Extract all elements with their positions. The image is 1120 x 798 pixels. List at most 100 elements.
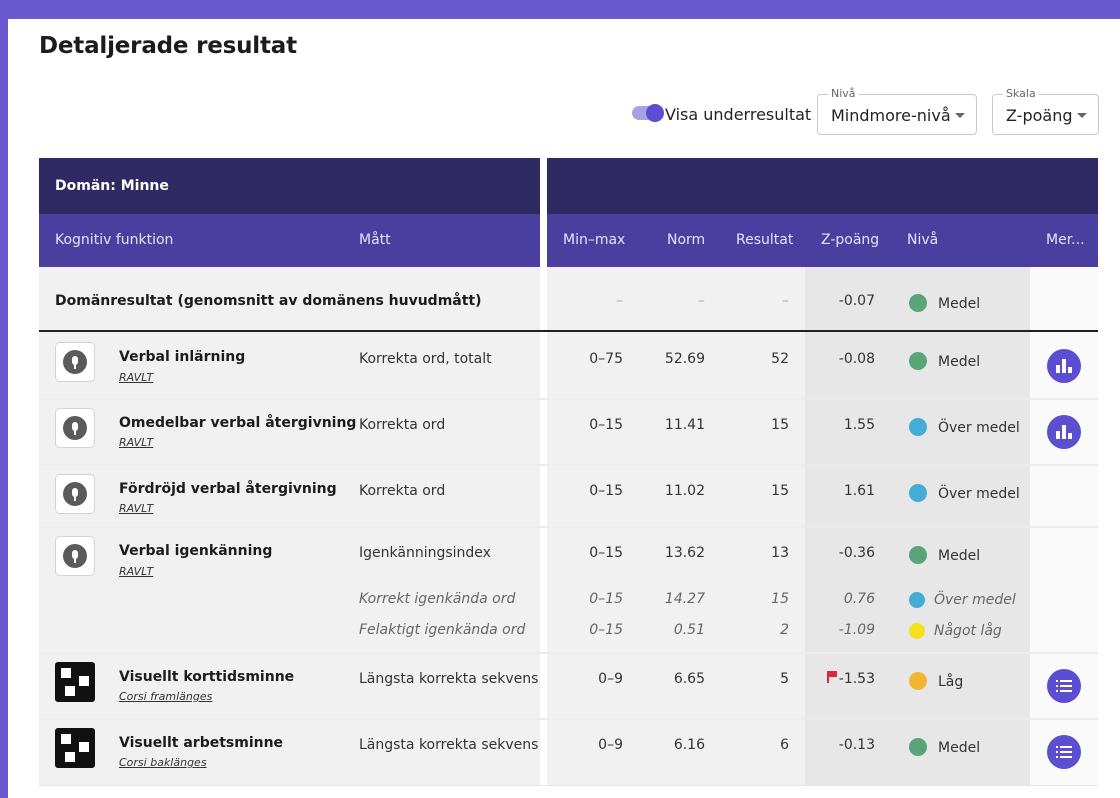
bar-chart-button[interactable] <box>1047 349 1081 383</box>
row-divider <box>39 526 1098 528</box>
minmax: 0–15 <box>589 417 623 433</box>
function-name: Omedelbar verbal återgivning <box>119 415 357 431</box>
list-button[interactable] <box>1047 669 1081 703</box>
measure: Korrekta ord <box>359 417 446 433</box>
test-link[interactable]: Corsi framlänges <box>119 690 212 703</box>
row-divider <box>39 652 1098 654</box>
column-header-left: Kognitiv funktion Mått <box>39 214 540 267</box>
norm: 6.65 <box>673 671 705 687</box>
norm: 11.41 <box>664 417 705 433</box>
col-minmax: Min–max <box>563 232 626 248</box>
results-card: Detaljerade resultat Visa underresultat … <box>8 19 1120 798</box>
test-link[interactable]: RAVLT <box>119 436 153 449</box>
sub-result: 2 <box>780 622 789 638</box>
sub-z: 0.76 <box>843 591 875 607</box>
minmax: 0–75 <box>589 351 623 367</box>
level-select-label: Nivå <box>828 87 859 100</box>
microphone-icon <box>55 342 95 382</box>
level-dot <box>909 592 925 608</box>
level: Låg <box>938 674 964 690</box>
norm: 52.69 <box>664 351 705 367</box>
level-dot <box>909 672 927 690</box>
show-subresults-toggle[interactable] <box>632 104 664 122</box>
measure: Längsta korrekta sekvens <box>359 671 539 687</box>
col-more: Mer... <box>1046 232 1085 248</box>
test-link[interactable]: RAVLT <box>119 565 153 578</box>
level-dot <box>909 623 925 639</box>
sub-measure: Felaktigt igenkända ord <box>359 622 526 638</box>
level-dot <box>909 546 927 564</box>
list-button[interactable] <box>1047 735 1081 769</box>
measure: Längsta korrekta sekvens <box>359 737 539 753</box>
test-link[interactable]: Corsi baklänges <box>119 756 207 769</box>
level-dot <box>909 418 927 436</box>
result: 6 <box>780 737 789 753</box>
scale-select[interactable]: Skala Z-poäng <box>992 87 1099 135</box>
caret-down-icon[interactable] <box>955 113 965 118</box>
level: Över medel <box>938 420 1020 436</box>
measure: Korrekta ord, totalt <box>359 351 492 367</box>
result: 15 <box>771 417 789 433</box>
z-score: 1.61 <box>843 483 875 499</box>
sub-minmax: 0–15 <box>589 622 623 638</box>
norm: 11.02 <box>664 483 705 499</box>
row-divider <box>39 464 1098 466</box>
minmax: 0–15 <box>589 545 623 561</box>
sub-result: 15 <box>771 591 789 607</box>
level: Medel <box>938 740 981 756</box>
sub-measure: Korrekt igenkända ord <box>359 591 516 607</box>
function-name: Verbal inlärning <box>119 349 246 365</box>
caret-down-icon[interactable] <box>1077 113 1087 118</box>
function-name: Fördröjd verbal återgivning <box>119 481 337 497</box>
level-dot <box>909 352 927 370</box>
bar-chart-button[interactable] <box>1047 415 1081 449</box>
col-function: Kognitiv funktion <box>55 232 174 248</box>
show-subresults-label[interactable]: Visa underresultat <box>665 105 811 124</box>
column-header-right: Min–max Norm Resultat Z-poäng Nivå Mer..… <box>547 214 1098 267</box>
norm: 13.62 <box>664 545 705 561</box>
minmax: 0–9 <box>598 671 623 687</box>
sub-z: -1.09 <box>838 622 875 638</box>
level: Medel <box>938 548 981 564</box>
domain-separator <box>39 330 1098 332</box>
domain-summary-label: Domänresultat (genomsnitt av domänens hu… <box>55 293 482 309</box>
z-score: -1.53 <box>838 671 875 687</box>
z-score: -0.13 <box>838 737 875 753</box>
sub-minmax: 0–15 <box>589 591 623 607</box>
row-divider <box>39 718 1098 720</box>
table-bottom <box>39 785 1098 798</box>
result: 13 <box>771 545 789 561</box>
microphone-icon <box>55 408 95 448</box>
domain-minmax: – <box>616 293 623 309</box>
z-score: 1.55 <box>843 417 875 433</box>
result: 15 <box>771 483 789 499</box>
result: 5 <box>780 671 789 687</box>
domain-z: -0.07 <box>838 293 875 309</box>
domain-header: Domän: Minne <box>39 158 540 214</box>
z-score: -0.36 <box>838 545 875 561</box>
function-name: Visuellt korttidsminne <box>119 669 295 685</box>
domain-header-right <box>547 158 1098 214</box>
col-norm: Norm <box>667 232 706 248</box>
level-select[interactable]: Nivå Mindmore-nivå <box>817 87 977 135</box>
level: Över medel <box>938 486 1020 502</box>
col-z: Z-poäng <box>821 232 880 248</box>
result: 52 <box>771 351 789 367</box>
norm: 6.16 <box>673 737 705 753</box>
domain-result: – <box>782 293 789 309</box>
minmax: 0–9 <box>598 737 623 753</box>
toggle-knob[interactable] <box>646 104 664 122</box>
test-link[interactable]: RAVLT <box>119 371 153 384</box>
domain-level: Medel <box>938 296 981 312</box>
domain-norm: – <box>698 293 705 309</box>
scale-select-value[interactable]: Z-poäng <box>1006 106 1073 125</box>
domain-title: Domän: Minne <box>55 178 169 194</box>
sub-norm: 14.27 <box>664 591 705 607</box>
row-divider <box>39 398 1098 400</box>
measure: Igenkänningsindex <box>359 545 491 561</box>
corsi-block-icon <box>55 728 95 768</box>
col-result: Resultat <box>736 232 794 248</box>
level-select-value[interactable]: Mindmore-nivå <box>831 106 951 125</box>
test-link[interactable]: RAVLT <box>119 502 153 515</box>
sub-level: Över medel <box>934 592 1016 608</box>
